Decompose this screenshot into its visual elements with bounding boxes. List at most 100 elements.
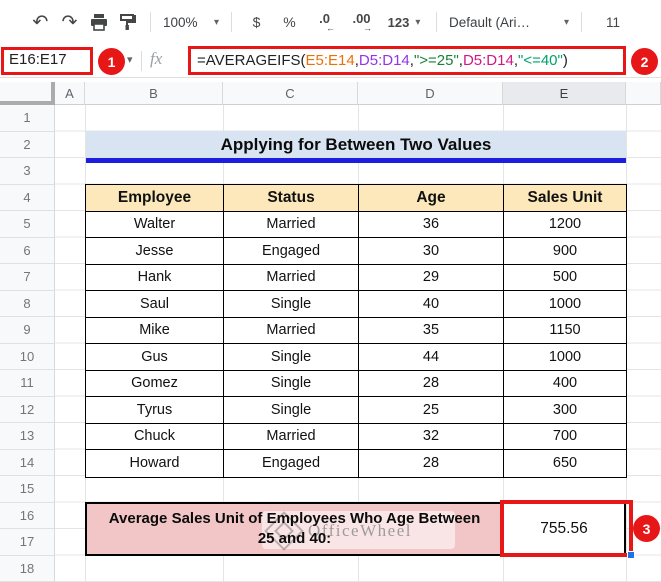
row-header-17[interactable]: 17	[0, 529, 55, 556]
redo-icon[interactable]: ↷	[55, 7, 84, 37]
table-cell[interactable]: Gus	[86, 344, 224, 371]
column-header-blank[interactable]	[626, 82, 661, 105]
table-cell[interactable]: 1150	[504, 317, 626, 344]
toolbar: ↶ ↷ 100% ▾ $ % .0 ← .00 → 123 ▾ Default …	[0, 0, 661, 44]
table-cell[interactable]: 40	[359, 291, 504, 318]
zoom-select[interactable]: 100% ▾	[159, 7, 223, 37]
format-currency-button[interactable]: $	[240, 7, 273, 37]
table-cell[interactable]: Chuck	[86, 423, 224, 450]
table-cell[interactable]: Single	[224, 344, 359, 371]
row-headers: 1 2 3 4 5 6 7 8 9 10 11 12 13 14 15 16 17 18	[0, 105, 55, 582]
table-cell[interactable]: 36	[359, 211, 504, 238]
table-cell[interactable]: Tyrus	[86, 397, 224, 424]
arrow-right-icon: →	[363, 22, 372, 33]
annotation-step-2: 2	[631, 48, 658, 75]
increase-decimal-button[interactable]: .00 →	[343, 7, 380, 37]
row-header-13[interactable]: 13	[0, 423, 55, 450]
annotation-box-result	[500, 500, 633, 557]
row-header-4[interactable]: 4	[0, 184, 55, 211]
table-cell[interactable]: Gomez	[86, 370, 224, 397]
row-header-1[interactable]: 1	[0, 105, 55, 132]
table-cell[interactable]: Saul	[86, 291, 224, 318]
table-cell[interactable]: 300	[504, 397, 626, 424]
table-cell[interactable]: Jesse	[86, 238, 224, 265]
row-header-8[interactable]: 8	[0, 290, 55, 317]
row-header-2[interactable]: 2	[0, 131, 55, 158]
table-cell[interactable]: 700	[504, 423, 626, 450]
annotation-box-formula	[188, 46, 626, 75]
table-cell[interactable]: 25	[359, 397, 504, 424]
table-cell[interactable]: Married	[224, 264, 359, 291]
chevron-down-icon[interactable]: ▾	[127, 53, 133, 66]
row-header-10[interactable]: 10	[0, 343, 55, 370]
row-header-5[interactable]: 5	[0, 211, 55, 238]
row-header-11[interactable]: 11	[0, 370, 55, 397]
table-cell[interactable]: 400	[504, 370, 626, 397]
print-icon[interactable]	[84, 7, 113, 37]
print-icon-glyph	[90, 13, 107, 31]
font-name: Default (Ari…	[449, 14, 531, 30]
selection-fill-handle[interactable]	[627, 551, 635, 559]
formula-bar-divider	[141, 51, 142, 71]
font-family-select[interactable]: Default (Ari… ▾	[445, 7, 573, 37]
toolbar-divider	[150, 12, 151, 32]
font-size-value[interactable]: 11	[606, 7, 620, 37]
column-header-c[interactable]: C	[223, 82, 358, 105]
table-cell[interactable]: Single	[224, 370, 359, 397]
chevron-down-icon: ▾	[213, 16, 219, 28]
table-cell[interactable]: Engaged	[224, 450, 359, 477]
table-header-cell[interactable]: Age	[359, 185, 504, 212]
table-cell[interactable]: Mike	[86, 317, 224, 344]
table-cell[interactable]: 32	[359, 423, 504, 450]
row-header-16[interactable]: 16	[0, 502, 55, 529]
table-cell[interactable]: Married	[224, 317, 359, 344]
table-cell[interactable]: Howard	[86, 450, 224, 477]
table-cell[interactable]: Single	[224, 291, 359, 318]
table-cell[interactable]: 1200	[504, 211, 626, 238]
row-header-9[interactable]: 9	[0, 317, 55, 344]
row-header-15[interactable]: 15	[0, 476, 55, 503]
table-cell[interactable]: 28	[359, 370, 504, 397]
table-cell[interactable]: Engaged	[224, 238, 359, 265]
table-cell[interactable]: 35	[359, 317, 504, 344]
table-cell[interactable]: 28	[359, 450, 504, 477]
data-table: Employee Status Age Sales Unit Walter Married…	[85, 184, 627, 478]
row-header-3[interactable]: 3	[0, 158, 55, 185]
table-cell[interactable]: 500	[504, 264, 626, 291]
column-header-a[interactable]: A	[55, 82, 85, 105]
table-cell[interactable]: 900	[504, 238, 626, 265]
table-header-cell[interactable]: Status	[224, 185, 359, 212]
table-cell[interactable]: 30	[359, 238, 504, 265]
table-cell[interactable]: Married	[224, 211, 359, 238]
table-cell[interactable]: 44	[359, 344, 504, 371]
table-cell[interactable]: 1000	[504, 291, 626, 318]
decrease-decimal-button[interactable]: .0 ←	[306, 7, 343, 37]
column-header-e[interactable]: E	[503, 82, 626, 105]
undo-icon[interactable]: ↶	[26, 7, 55, 37]
format-percent-button[interactable]: %	[273, 7, 306, 37]
table-cell[interactable]: 1000	[504, 344, 626, 371]
row-header-7[interactable]: 7	[0, 264, 55, 291]
column-header-d[interactable]: D	[358, 82, 503, 105]
row-header-12[interactable]: 12	[0, 396, 55, 423]
title-cell[interactable]: Applying for Between Two Values	[86, 131, 626, 163]
table-cell[interactable]: 29	[359, 264, 504, 291]
fx-icon: fx	[150, 49, 163, 68]
row-header-6[interactable]: 6	[0, 237, 55, 264]
chevron-down-icon: ▾	[415, 16, 421, 28]
more-formats-button[interactable]: 123 ▾	[380, 7, 428, 37]
table-cell[interactable]: Hank	[86, 264, 224, 291]
table-cell[interactable]: Walter	[86, 211, 224, 238]
table-cell[interactable]: 650	[504, 450, 626, 477]
row-header-14[interactable]: 14	[0, 449, 55, 476]
row-header-18[interactable]: 18	[0, 555, 55, 582]
table-header-cell[interactable]: Sales Unit	[504, 185, 626, 212]
select-all-corner[interactable]	[0, 82, 55, 105]
table-cell[interactable]: Single	[224, 397, 359, 424]
column-header-b[interactable]: B	[85, 82, 223, 105]
toolbar-divider	[581, 12, 582, 32]
paint-format-icon[interactable]	[113, 7, 142, 37]
spreadsheet-app: ↶ ↷ 100% ▾ $ % .0 ← .00 → 123 ▾ Default …	[0, 0, 661, 582]
table-cell[interactable]: Married	[224, 423, 359, 450]
table-header-cell[interactable]: Employee	[86, 185, 224, 212]
